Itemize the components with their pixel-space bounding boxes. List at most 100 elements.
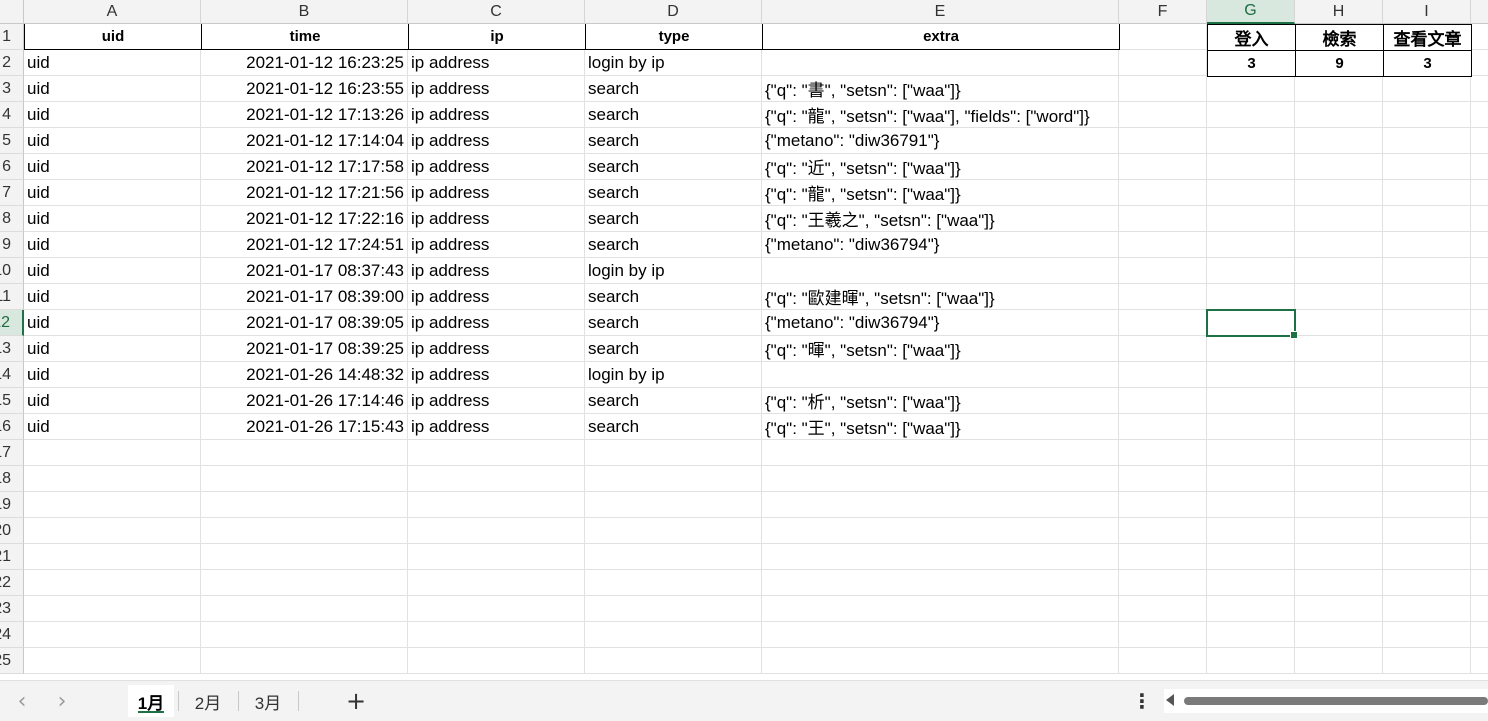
cell-type[interactable]: search [585,128,762,154]
grid-cell[interactable] [1295,284,1383,310]
grid-cell[interactable] [1295,518,1383,544]
row-header[interactable]: 1 [0,24,24,50]
cell-ip[interactable]: ip address [408,310,585,336]
grid-cell[interactable] [1119,440,1207,466]
row-header[interactable]: 10 [0,258,24,284]
grid-cell[interactable] [201,544,408,570]
grid-cell[interactable] [1119,336,1207,362]
cell-uid[interactable]: uid [24,50,201,76]
grid-cell[interactable] [1471,50,1488,76]
grid-cell[interactable] [585,622,762,648]
cell-time[interactable]: 2021-01-17 08:39:00 [201,284,408,310]
row-header[interactable]: 7 [0,180,24,206]
cell-ip[interactable]: ip address [408,258,585,284]
grid-cell[interactable] [1383,102,1471,128]
grid-cell[interactable] [408,492,585,518]
grid-cell[interactable] [1295,258,1383,284]
grid-cell[interactable] [1207,466,1295,492]
grid-cell[interactable] [1295,232,1383,258]
column-header-h[interactable]: H [1295,0,1383,24]
grid-cell[interactable] [1295,206,1383,232]
column-header-b[interactable]: B [201,0,408,24]
grid-cell[interactable] [585,596,762,622]
cell-extra[interactable] [762,258,1119,284]
grid-cell[interactable] [762,544,1119,570]
cell-type[interactable]: login by ip [585,258,762,284]
cell-type[interactable]: search [585,232,762,258]
cell-type[interactable]: search [585,206,762,232]
grid-cell[interactable] [1119,258,1207,284]
grid-cell[interactable] [762,648,1119,674]
grid-cell[interactable] [1471,206,1488,232]
grid-cell[interactable] [1471,128,1488,154]
grid-cell[interactable] [1383,154,1471,180]
cell-extra[interactable]: {"q": "龍", "setsn": ["waa"], "fields": [… [762,102,1119,128]
grid-cell[interactable] [1207,518,1295,544]
grid-cell[interactable] [1295,180,1383,206]
grid-cell[interactable] [201,466,408,492]
grid-cell[interactable] [201,518,408,544]
grid-cell[interactable] [24,518,201,544]
grid-cell[interactable] [585,466,762,492]
cell-ip[interactable]: ip address [408,102,585,128]
grid-cell[interactable] [1207,596,1295,622]
grid-cell[interactable] [1119,518,1207,544]
cell-extra[interactable]: {"q": "近", "setsn": ["waa"]} [762,154,1119,180]
grid-cell[interactable] [1207,232,1295,258]
grid-cell[interactable] [24,648,201,674]
grid-cell[interactable] [1383,648,1471,674]
grid-cell[interactable] [1295,492,1383,518]
cell-uid[interactable]: uid [24,76,201,102]
grid-cell[interactable] [1295,596,1383,622]
grid-cell[interactable] [585,648,762,674]
grid-cell[interactable] [201,492,408,518]
grid-cell[interactable] [1471,388,1488,414]
grid-cell[interactable] [408,570,585,596]
grid-cell[interactable] [1383,128,1471,154]
grid-cell[interactable] [1471,76,1488,102]
summary-value[interactable]: 3 [1383,50,1472,77]
grid-cell[interactable] [1383,622,1471,648]
grid-cell[interactable] [1383,414,1471,440]
grid-cell[interactable] [1383,180,1471,206]
grid-cell[interactable] [1207,206,1295,232]
grid-cell[interactable] [201,596,408,622]
grid-cell[interactable] [408,518,585,544]
cell-extra[interactable]: {"q": "析", "setsn": ["waa"]} [762,388,1119,414]
cell-time[interactable]: 2021-01-12 17:21:56 [201,180,408,206]
cell-uid[interactable]: uid [24,102,201,128]
column-header-f[interactable]: F [1119,0,1207,24]
cell-extra[interactable]: {"q": "暉", "setsn": ["waa"]} [762,336,1119,362]
more-vertical-icon[interactable]: ⋮ [1132,689,1152,713]
grid-cell[interactable] [408,648,585,674]
grid-cell[interactable] [408,596,585,622]
row-header[interactable]: 9 [0,232,24,258]
grid-cell[interactable] [762,466,1119,492]
grid-cell[interactable] [1471,414,1488,440]
cell-ip[interactable]: ip address [408,180,585,206]
grid-cell[interactable] [1383,388,1471,414]
grid-cell[interactable] [1119,544,1207,570]
grid-cell[interactable] [762,570,1119,596]
grid-cell[interactable] [1207,284,1295,310]
cell-time[interactable]: 2021-01-12 17:17:58 [201,154,408,180]
grid-cell[interactable] [1295,362,1383,388]
grid-cell[interactable] [762,440,1119,466]
grid-cell[interactable] [1119,362,1207,388]
row-header[interactable]: 6 [0,154,24,180]
grid-cell[interactable] [1471,570,1488,596]
cell-time[interactable]: 2021-01-12 17:22:16 [201,206,408,232]
grid-cell[interactable] [585,570,762,596]
row-header[interactable]: 13 [0,336,24,362]
summary-value[interactable]: 3 [1207,50,1296,77]
cell-extra[interactable]: {"q": "王羲之", "setsn": ["waa"]} [762,206,1119,232]
column-header-a[interactable]: A [24,0,201,24]
grid-cell[interactable] [1471,622,1488,648]
cell-uid[interactable]: uid [24,284,201,310]
grid-cell[interactable] [1383,284,1471,310]
grid-cell[interactable] [1119,232,1207,258]
row-header[interactable]: 15 [0,388,24,414]
grid-cell[interactable] [1119,648,1207,674]
sheet-tab-2[interactable]: 2月 [184,685,232,717]
cell-ip[interactable]: ip address [408,388,585,414]
